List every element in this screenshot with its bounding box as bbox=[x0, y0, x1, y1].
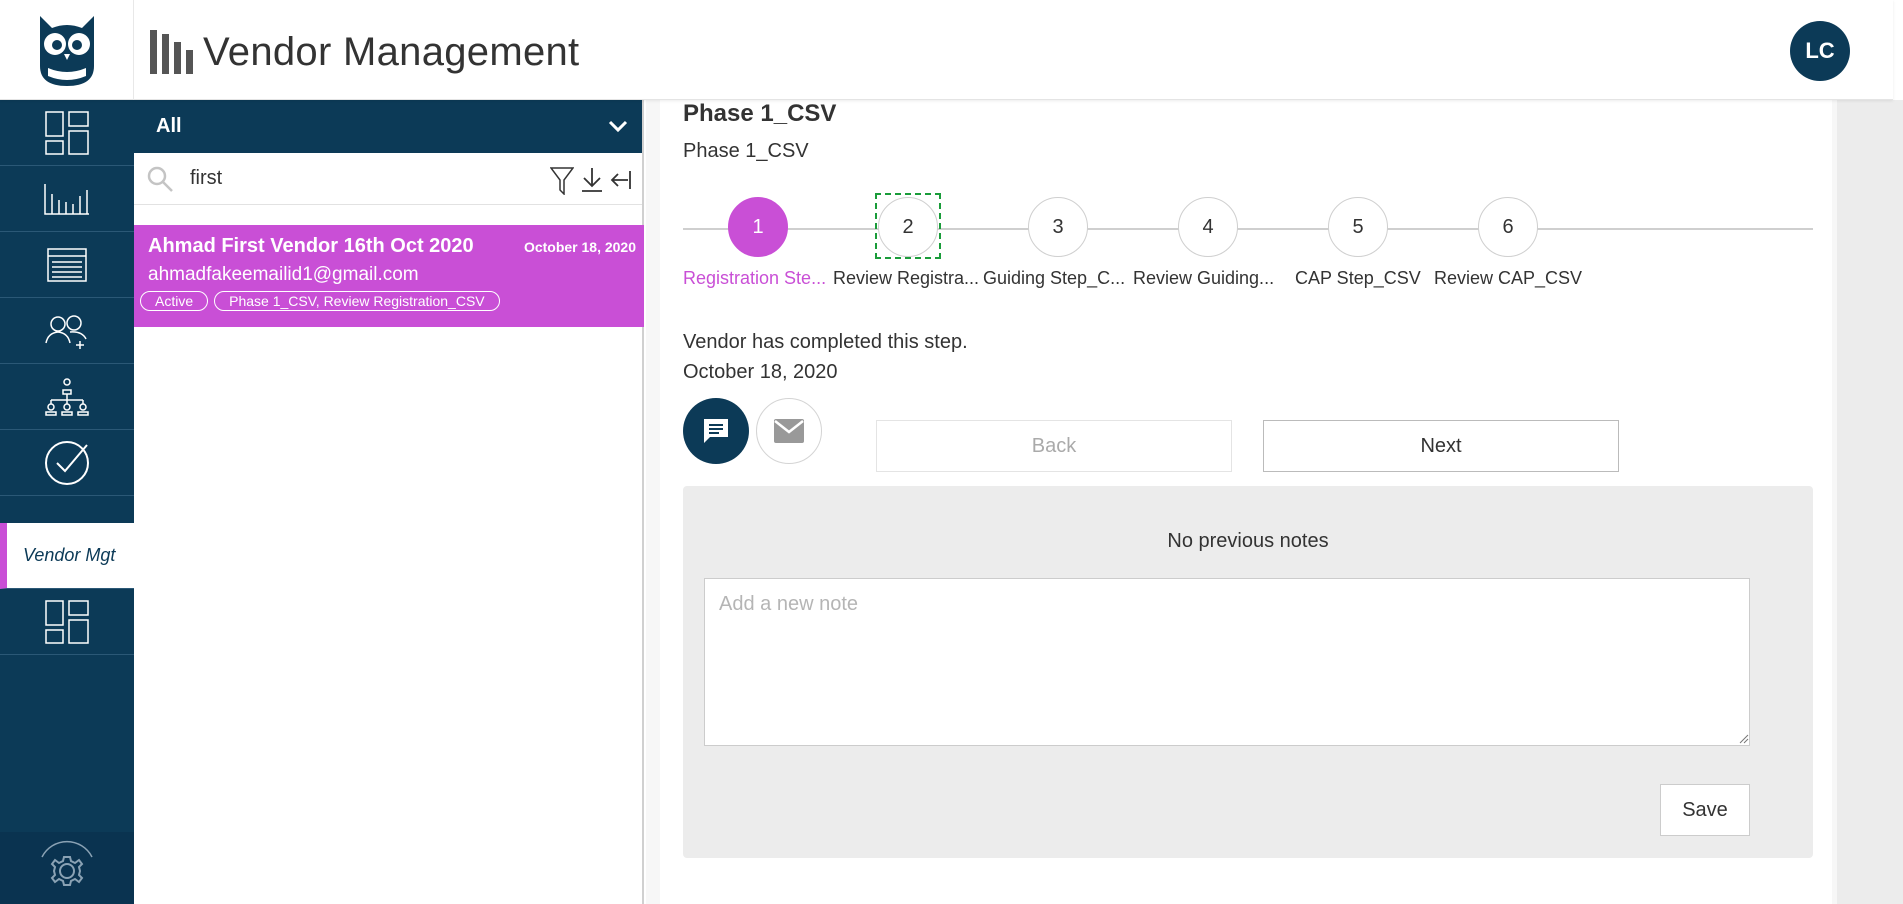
list-filter-dropdown[interactable]: All bbox=[134, 100, 642, 153]
chevron-down-icon bbox=[608, 120, 628, 132]
resize-grip-icon[interactable] bbox=[1739, 734, 1749, 744]
step-5-label[interactable]: CAP Step_CSV bbox=[1295, 268, 1421, 289]
step-6-label[interactable]: Review CAP_CSV bbox=[1434, 268, 1582, 289]
vendor-tags: Active Phase 1_CSV, Review Registration_… bbox=[140, 291, 636, 311]
owl-logo-icon bbox=[39, 16, 94, 86]
step-5[interactable]: 5 bbox=[1328, 197, 1388, 257]
dashboard-icon bbox=[45, 599, 89, 644]
bar-chart-icon bbox=[44, 183, 89, 215]
left-nav: Vendor Mgt bbox=[0, 100, 134, 904]
search-bar bbox=[134, 153, 642, 205]
step-4-label[interactable]: Review Guiding... bbox=[1133, 268, 1274, 289]
users-add-icon bbox=[45, 314, 87, 349]
email-toggle-button[interactable] bbox=[756, 398, 822, 464]
vendor-email: ahmadfakeemailid1@gmail.com bbox=[148, 264, 419, 285]
vendor-date: October 18, 2020 bbox=[523, 239, 636, 255]
app-title: Vendor Management bbox=[203, 30, 580, 74]
nav-reports[interactable] bbox=[0, 166, 134, 232]
table-icon bbox=[47, 247, 87, 282]
step-1[interactable]: 1 bbox=[728, 197, 788, 257]
nav-vendor-mgt-label: Vendor Mgt bbox=[23, 545, 116, 565]
filter-icon[interactable] bbox=[550, 167, 574, 195]
stepper-track bbox=[683, 228, 1813, 230]
step-4[interactable]: 4 bbox=[1178, 197, 1238, 257]
next-button[interactable]: Next bbox=[1263, 420, 1619, 472]
step-status: Vendor has completed this step. October … bbox=[683, 327, 968, 387]
chat-icon bbox=[704, 419, 728, 443]
nav-vendor-mgt[interactable]: Vendor Mgt bbox=[0, 523, 134, 589]
nav-table[interactable] bbox=[0, 232, 134, 298]
nav-tasks[interactable] bbox=[0, 430, 134, 496]
nav-org[interactable] bbox=[0, 364, 134, 430]
search-icon bbox=[147, 166, 173, 192]
settings-icon bbox=[41, 840, 93, 886]
nav-dashboard-2[interactable] bbox=[0, 589, 134, 655]
step-status-message: Vendor has completed this step. bbox=[683, 331, 968, 353]
scrollbar[interactable] bbox=[1837, 100, 1903, 904]
check-circle-icon bbox=[45, 440, 89, 485]
phase-title: Phase 1_CSV bbox=[683, 100, 837, 127]
dashboard-icon bbox=[45, 110, 89, 155]
nav-settings[interactable] bbox=[0, 832, 134, 904]
notes-empty-message: No previous notes bbox=[1167, 530, 1329, 552]
list-tools bbox=[550, 167, 632, 195]
step-status-date: October 18, 2020 bbox=[683, 361, 838, 383]
new-note-input[interactable] bbox=[704, 578, 1750, 746]
vendor-list-panel: All Ahmad First Vendor 16th Oct 2020 Oct… bbox=[134, 100, 644, 904]
list-filter-label: All bbox=[156, 115, 182, 137]
nav-dashboard[interactable] bbox=[0, 100, 134, 166]
step-2-label[interactable]: Review Registra... bbox=[833, 268, 979, 289]
bar-chart-icon bbox=[150, 30, 193, 74]
notes-toggle-button[interactable] bbox=[683, 398, 749, 464]
phase-badge: Phase 1_CSV, Review Registration_CSV bbox=[214, 291, 500, 311]
phase-subtitle: Phase 1_CSV bbox=[683, 140, 809, 162]
step-2[interactable]: 2 bbox=[878, 197, 938, 257]
app-header: Vendor Management LC bbox=[0, 0, 1893, 100]
step-1-label[interactable]: Registration Ste... bbox=[683, 268, 826, 289]
search-input[interactable] bbox=[190, 167, 530, 190]
owl-logo[interactable] bbox=[0, 0, 134, 100]
step-6[interactable]: 6 bbox=[1478, 197, 1538, 257]
status-badge: Active bbox=[140, 291, 209, 311]
vendor-list-item[interactable]: Ahmad First Vendor 16th Oct 2020 October… bbox=[134, 225, 644, 327]
back-button[interactable]: Back bbox=[876, 420, 1232, 472]
nav-users[interactable] bbox=[0, 298, 134, 364]
mail-icon bbox=[774, 419, 804, 443]
notes-panel: No previous notes Save bbox=[683, 486, 1813, 858]
save-note-button[interactable]: Save bbox=[1660, 784, 1750, 836]
collapse-panel-icon[interactable] bbox=[610, 167, 632, 193]
step-3[interactable]: 3 bbox=[1028, 197, 1088, 257]
user-avatar[interactable]: LC bbox=[1790, 21, 1850, 81]
org-chart-icon bbox=[45, 377, 89, 416]
download-icon[interactable] bbox=[580, 167, 604, 193]
step-3-label[interactable]: Guiding Step_C... bbox=[983, 268, 1125, 289]
